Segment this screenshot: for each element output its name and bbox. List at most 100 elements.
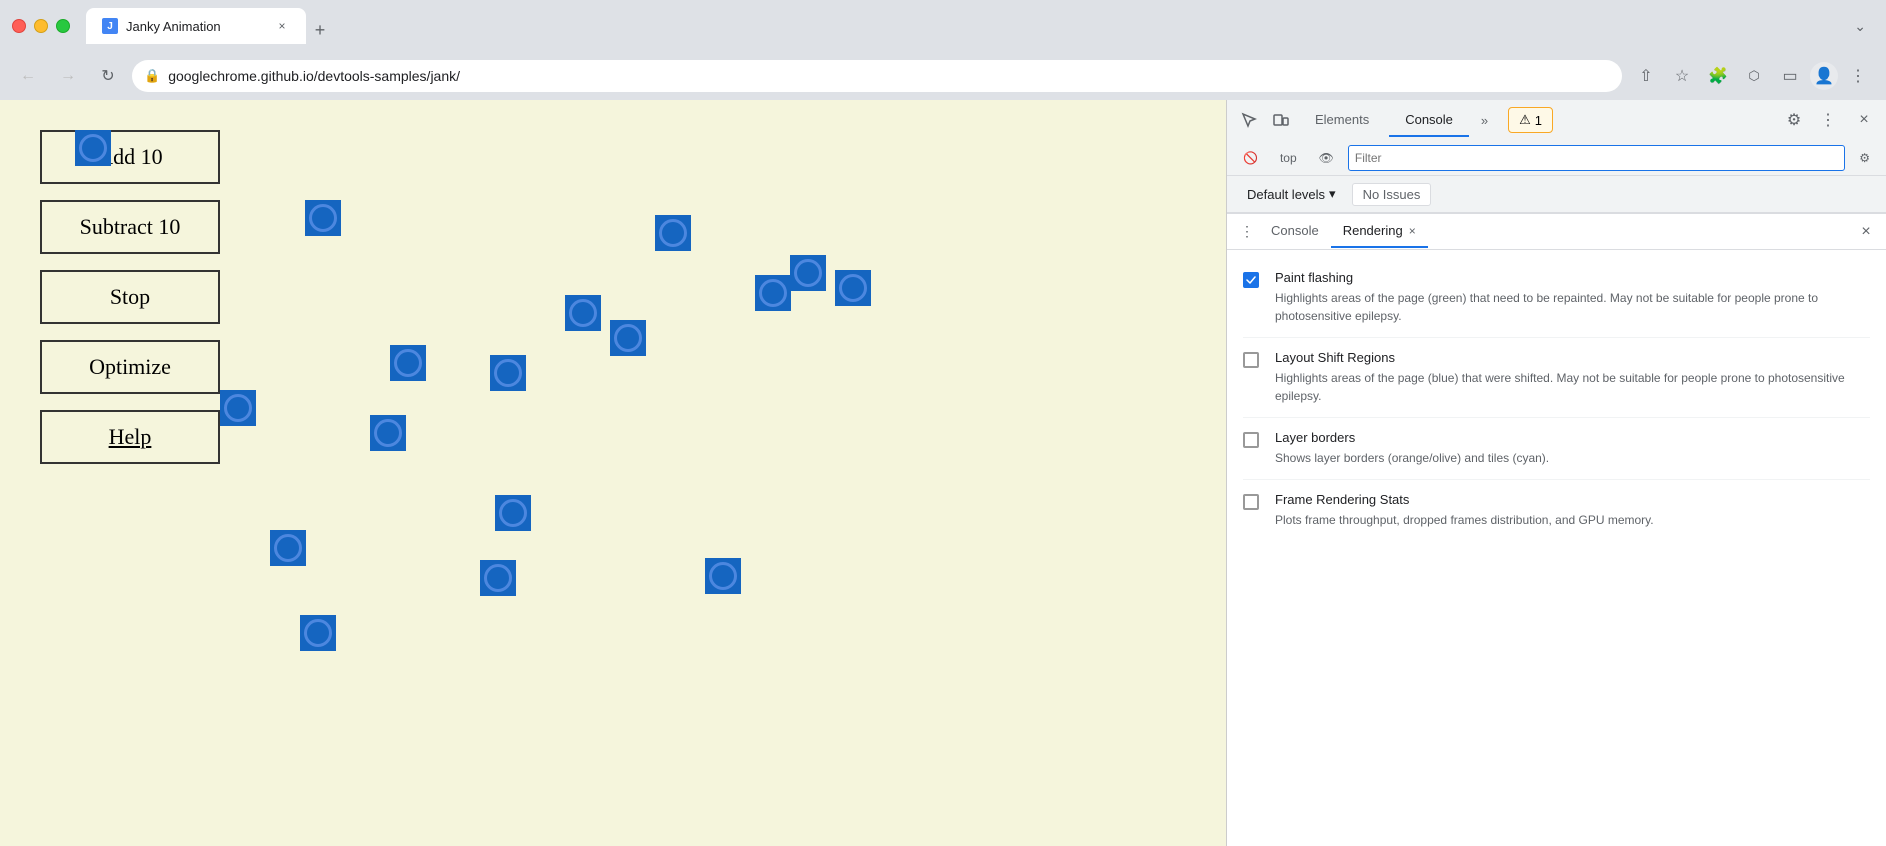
- devtools-tab-elements[interactable]: Elements: [1299, 104, 1385, 137]
- drawer-tab-rendering[interactable]: Rendering ×: [1331, 215, 1428, 248]
- cast-button[interactable]: ⬡: [1738, 60, 1770, 92]
- paint-flashing-option: Paint flashing Highlights areas of the p…: [1227, 258, 1886, 337]
- blue-square: [270, 530, 306, 566]
- maximize-window-button[interactable]: [56, 19, 70, 33]
- blue-square: [75, 130, 111, 166]
- split-view-button[interactable]: ▭: [1774, 60, 1806, 92]
- page-content: Add 10 Subtract 10 Stop Optimize Help: [0, 100, 1226, 846]
- title-bar: J Janky Animation × + ⌄: [0, 0, 1886, 52]
- tab-title: Janky Animation: [126, 19, 266, 34]
- blue-square: [495, 495, 531, 531]
- reload-button[interactable]: ↻: [92, 60, 124, 92]
- warning-icon: ⚠: [1519, 112, 1531, 128]
- layer-borders-title: Layer borders: [1275, 430, 1870, 445]
- window-controls: ⌄: [1846, 14, 1874, 39]
- drawer-close-button[interactable]: ×: [1854, 220, 1878, 244]
- window-dropdown-button[interactable]: ⌄: [1846, 14, 1874, 39]
- levels-dropdown-icon: ▾: [1329, 186, 1336, 202]
- paint-flashing-checkbox[interactable]: [1243, 272, 1259, 288]
- lock-icon: 🔒: [144, 68, 160, 84]
- tab-favicon: J: [102, 18, 118, 34]
- frame-rendering-checkbox[interactable]: [1243, 494, 1259, 510]
- console-clear-button[interactable]: 🚫: [1235, 148, 1266, 168]
- active-tab[interactable]: J Janky Animation ×: [86, 8, 306, 44]
- bookmark-button[interactable]: ☆: [1666, 60, 1698, 92]
- paint-flashing-desc: Highlights areas of the page (green) tha…: [1275, 289, 1870, 325]
- rendering-tab-close[interactable]: ×: [1409, 224, 1416, 238]
- drawer-tabs: ⋮ Console Rendering × ×: [1227, 214, 1886, 250]
- chrome-menu-button[interactable]: ⋮: [1842, 60, 1874, 92]
- minimize-window-button[interactable]: [34, 19, 48, 33]
- tabs-area: J Janky Animation × +: [86, 8, 1838, 44]
- layout-shift-desc: Highlights areas of the page (blue) that…: [1275, 369, 1870, 405]
- nav-actions: ⇧ ☆ 🧩 ⬡ ▭ 👤 ⋮: [1630, 60, 1874, 92]
- squares-container: [0, 100, 1226, 846]
- warning-count: 1: [1535, 113, 1542, 128]
- traffic-lights: [12, 19, 70, 33]
- console-filter-bar: 🚫 top 👁 ⚙: [1227, 140, 1886, 176]
- blue-square: [705, 558, 741, 594]
- drawer-more-button[interactable]: ⋮: [1235, 220, 1259, 244]
- blue-square: [835, 270, 871, 306]
- share-button[interactable]: ⇧: [1630, 60, 1662, 92]
- devtools-header: Elements Console » ⚠ 1 ⚙ ⋮ × 🚫: [1227, 100, 1886, 214]
- blue-square: [755, 275, 791, 311]
- blue-square: [655, 215, 691, 251]
- blue-square: [490, 355, 526, 391]
- console-eye-button[interactable]: 👁: [1311, 148, 1342, 168]
- layout-shift-title: Layout Shift Regions: [1275, 350, 1870, 365]
- layout-shift-checkbox[interactable]: [1243, 352, 1259, 368]
- address-text: googlechrome.github.io/devtools-samples/…: [168, 68, 1610, 84]
- paint-flashing-text: Paint flashing Highlights areas of the p…: [1275, 270, 1870, 325]
- frame-rendering-desc: Plots frame throughput, dropped frames d…: [1275, 511, 1870, 529]
- paint-flashing-title: Paint flashing: [1275, 270, 1870, 285]
- console-top-context[interactable]: top: [1272, 148, 1305, 168]
- layer-borders-desc: Shows layer borders (orange/olive) and t…: [1275, 449, 1870, 467]
- blue-square: [220, 390, 256, 426]
- frame-rendering-text: Frame Rendering Stats Plots frame throug…: [1275, 492, 1870, 529]
- blue-square: [480, 560, 516, 596]
- levels-label: Default levels: [1247, 187, 1325, 202]
- rendering-tab-label: Rendering: [1343, 223, 1403, 238]
- layer-borders-checkbox[interactable]: [1243, 432, 1259, 448]
- devtools-tab-console[interactable]: Console: [1389, 104, 1469, 137]
- back-button[interactable]: ←: [12, 60, 44, 92]
- device-toolbar-button[interactable]: [1267, 106, 1295, 134]
- blue-square: [370, 415, 406, 451]
- console-filter-input[interactable]: [1355, 151, 1838, 165]
- console-options-button[interactable]: ⚙: [1851, 148, 1878, 168]
- devtools-panel: Elements Console » ⚠ 1 ⚙ ⋮ × 🚫: [1226, 100, 1886, 846]
- console-filter-input-wrap: [1348, 145, 1845, 171]
- new-tab-button[interactable]: +: [306, 16, 334, 44]
- devtools-settings-button[interactable]: ⚙: [1780, 106, 1808, 134]
- devtools-close-button[interactable]: ×: [1850, 106, 1878, 134]
- no-issues-button[interactable]: No Issues: [1352, 183, 1432, 206]
- blue-square: [610, 320, 646, 356]
- layer-borders-text: Layer borders Shows layer borders (orang…: [1275, 430, 1870, 467]
- devtools-menu-button[interactable]: ⋮: [1814, 106, 1842, 134]
- inspect-element-button[interactable]: [1235, 106, 1263, 134]
- devtools-top-bar: Elements Console » ⚠ 1 ⚙ ⋮ ×: [1227, 100, 1886, 140]
- profile-button[interactable]: 👤: [1810, 62, 1838, 90]
- devtools-more-tabs-button[interactable]: »: [1473, 105, 1496, 136]
- blue-square: [305, 200, 341, 236]
- blue-square: [390, 345, 426, 381]
- default-levels-button[interactable]: Default levels ▾: [1239, 182, 1344, 206]
- tab-close-button[interactable]: ×: [274, 18, 290, 34]
- blue-square: [790, 255, 826, 291]
- layout-shift-option: Layout Shift Regions Highlights areas of…: [1227, 338, 1886, 417]
- layout-shift-text: Layout Shift Regions Highlights areas of…: [1275, 350, 1870, 405]
- main-area: Add 10 Subtract 10 Stop Optimize Help: [0, 100, 1886, 846]
- extensions-button[interactable]: 🧩: [1702, 60, 1734, 92]
- browser-window: J Janky Animation × + ⌄ ← → ↻ 🔒 googlech…: [0, 0, 1886, 846]
- forward-button[interactable]: →: [52, 60, 84, 92]
- devtools-warning-badge[interactable]: ⚠ 1: [1508, 107, 1553, 133]
- layer-borders-option: Layer borders Shows layer borders (orang…: [1227, 418, 1886, 479]
- console-levels-row: Default levels ▾ No Issues: [1227, 176, 1886, 213]
- drawer-tab-console[interactable]: Console: [1259, 215, 1331, 248]
- navigation-bar: ← → ↻ 🔒 googlechrome.github.io/devtools-…: [0, 52, 1886, 100]
- close-window-button[interactable]: [12, 19, 26, 33]
- blue-square: [565, 295, 601, 331]
- address-bar[interactable]: 🔒 googlechrome.github.io/devtools-sample…: [132, 60, 1622, 92]
- frame-rendering-title: Frame Rendering Stats: [1275, 492, 1870, 507]
